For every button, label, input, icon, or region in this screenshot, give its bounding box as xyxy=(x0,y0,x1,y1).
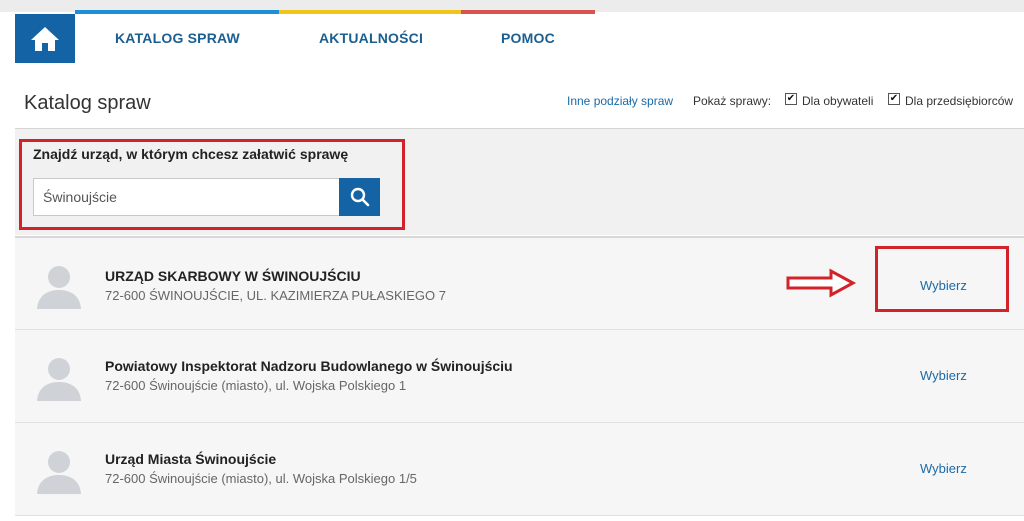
person-placeholder-icon xyxy=(37,451,81,494)
nav-katalog-spraw[interactable]: KATALOG SPRAW xyxy=(115,30,240,46)
person-placeholder-icon xyxy=(37,358,81,401)
search-label: Znajdź urząd, w którym chcesz załatwić s… xyxy=(33,146,349,162)
page-title: Katalog spraw xyxy=(24,92,151,114)
select-office-button[interactable]: Wybierz xyxy=(920,278,967,293)
list-item: Urząd Miasta Świnoujście 72-600 Świnoujś… xyxy=(15,423,1024,516)
filter-citizens-checkbox[interactable]: ✔ xyxy=(785,93,797,105)
office-name: URZĄD SKARBOWY W ŚWINOUJŚCIU xyxy=(105,268,361,284)
select-office-button[interactable]: Wybierz xyxy=(920,368,967,383)
search-input[interactable] xyxy=(33,178,340,216)
search-icon xyxy=(350,187,369,207)
nav-accent-red xyxy=(461,10,595,14)
office-list: URZĄD SKARBOWY W ŚWINOUJŚCIU 72-600 ŚWIN… xyxy=(15,236,1024,516)
search-button[interactable] xyxy=(339,178,380,216)
list-item: Powiatowy Inspektorat Nadzoru Budowlaneg… xyxy=(15,330,1024,423)
filter-business-label: Dla przedsiębiorców xyxy=(905,94,1014,108)
filter-citizens-label: Dla obywateli xyxy=(802,94,874,108)
office-name: Powiatowy Inspektorat Nadzoru Budowlaneg… xyxy=(105,358,513,374)
nav-aktualnosci[interactable]: AKTUALNOŚCI xyxy=(319,30,423,46)
nav-accent-yellow xyxy=(279,10,461,14)
office-address: 72-600 Świnoujście (miasto), ul. Wojska … xyxy=(105,378,407,393)
other-divisions-link[interactable]: Inne podziały spraw xyxy=(567,94,673,108)
arrow-right-icon xyxy=(786,268,857,298)
nav-accent-blue xyxy=(75,10,279,14)
nav-pomoc[interactable]: POMOC xyxy=(501,30,555,46)
person-placeholder-icon xyxy=(37,266,81,309)
list-item: URZĄD SKARBOWY W ŚWINOUJŚCIU 72-600 ŚWIN… xyxy=(15,236,1024,330)
show-cases-label: Pokaż sprawy: xyxy=(693,94,772,108)
home-button[interactable] xyxy=(15,14,75,63)
select-office-button[interactable]: Wybierz xyxy=(920,461,967,476)
filter-business-checkbox[interactable]: ✔ xyxy=(888,93,900,105)
office-name: Urząd Miasta Świnoujście xyxy=(105,451,277,467)
office-address: 72-600 ŚWINOUJŚCIE, UL. KAZIMIERZA PUŁAS… xyxy=(105,288,446,303)
office-address: 72-600 Świnoujście (miasto), ul. Wojska … xyxy=(105,471,417,486)
home-icon xyxy=(31,26,59,51)
